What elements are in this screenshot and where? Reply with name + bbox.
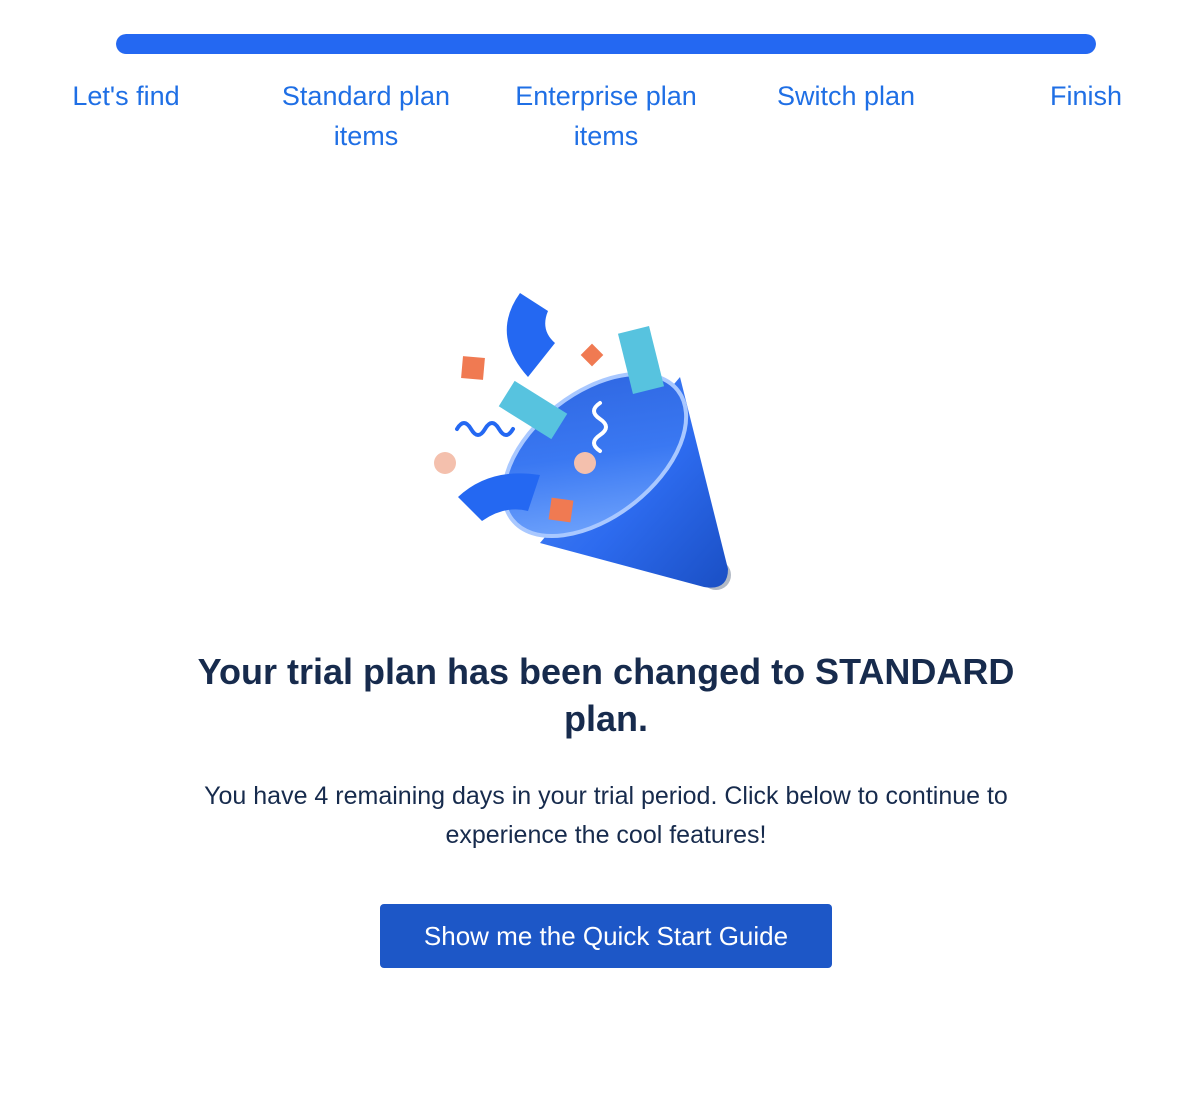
step-lets-find[interactable]: Let's find [6,76,246,116]
step-enterprise-plan-items[interactable]: Enterprise plan items [486,76,726,156]
step-navigation: Let's find Standard plan items Enterpris… [0,76,1188,156]
step-finish[interactable]: Finish [966,76,1188,116]
page-title: Your trial plan has been changed to STAN… [197,651,1015,739]
trial-info-text: You have 4 remaining days in your trial … [204,782,1008,849]
progress-bar [116,34,1096,54]
onboarding-page: Let's find Standard plan items Enterpris… [0,0,1188,1102]
party-popper-icon [410,285,750,605]
progress-bar-fill [116,34,1096,54]
step-standard-plan-items[interactable]: Standard plan items [246,76,486,156]
step-switch-plan[interactable]: Switch plan [726,76,966,116]
quick-start-guide-button[interactable]: Show me the Quick Start Guide [380,904,832,968]
